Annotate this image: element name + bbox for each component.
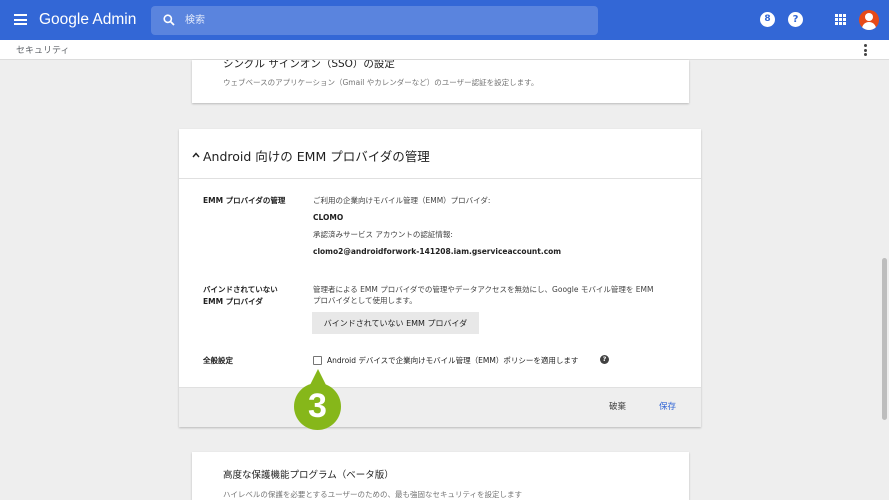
- search-icon: [163, 14, 175, 26]
- help-circle-icon[interactable]: ?: [600, 355, 609, 364]
- top-app-bar: Google Admin 8 ?: [0, 0, 889, 40]
- unbind-label-line2: EMM プロバイダ: [203, 297, 263, 306]
- notification-icon[interactable]: 8: [760, 12, 775, 27]
- chevron-up-icon[interactable]: [192, 151, 200, 159]
- service-account-caption: 承認済みサービス アカウントの認証情報:: [313, 230, 453, 239]
- save-button[interactable]: 保存: [659, 400, 676, 412]
- breadcrumb-bar: セキュリティ: [0, 40, 889, 60]
- advanced-protection-description: ハイレベルの保護を必要とするユーザーのための、最も強固なセキュリティを設定します: [223, 490, 523, 499]
- emm-provider-card: Android 向けの EMM プロバイダの管理 EMM プロバイダの管理 ご利…: [179, 129, 701, 427]
- apps-icon[interactable]: [835, 14, 846, 25]
- app-logo[interactable]: Google Admin: [39, 11, 136, 29]
- emm-provider-caption: ご利用の企業向けモバイル管理（EMM）プロバイダ:: [313, 196, 491, 205]
- breadcrumb[interactable]: セキュリティ: [16, 43, 69, 56]
- sso-card-description: ウェブベースのアプリケーション（Gmail やカレンダーなど）のユーザー認証を設…: [223, 78, 539, 87]
- page-scrollbar[interactable]: [882, 258, 887, 420]
- general-settings-label: 全般設定: [203, 356, 233, 365]
- service-account-email: clomo2@androidforwork-141208.iam.gservic…: [313, 247, 562, 256]
- emm-card-title: Android 向けの EMM プロバイダの管理: [203, 149, 430, 164]
- advanced-protection-card[interactable]: 高度な保護機能プログラム（ベータ版） ハイレベルの保護を必要とするユーザーのため…: [192, 452, 689, 500]
- unbind-label-line1: バインドされていない: [203, 285, 278, 294]
- menu-icon[interactable]: [14, 14, 27, 25]
- discard-button[interactable]: 破棄: [609, 400, 626, 412]
- emm-provider-label: EMM プロバイダの管理: [203, 196, 286, 205]
- account-avatar[interactable]: [859, 10, 879, 30]
- emm-provider-name: CLOMO: [313, 213, 344, 222]
- search-bar[interactable]: [151, 6, 598, 35]
- unbind-emm-provider-button[interactable]: バインドされていない EMM プロバイダ: [312, 312, 479, 334]
- emm-card-footer: 破棄 保存: [179, 387, 701, 427]
- unbind-description-line2: プロバイダとして使用します。: [313, 296, 417, 305]
- emm-card-header[interactable]: Android 向けの EMM プロバイダの管理: [179, 129, 701, 179]
- emm-policy-checkbox-label[interactable]: Android デバイスで企業向けモバイル管理（EMM）ポリシーを適用します: [327, 355, 578, 366]
- help-icon[interactable]: ?: [788, 12, 803, 27]
- advanced-protection-title: 高度な保護機能プログラム（ベータ版）: [223, 470, 394, 481]
- search-input[interactable]: [185, 6, 585, 35]
- sso-settings-card[interactable]: シングル サインオン（SSO）の設定 ウェブベースのアプリケーション（Gmail…: [192, 60, 689, 103]
- step-marker-badge: 3: [294, 383, 341, 430]
- more-vert-icon[interactable]: [864, 44, 867, 56]
- sso-card-title: シングル サインオン（SSO）の設定: [223, 60, 395, 70]
- emm-policy-checkbox[interactable]: [313, 356, 322, 365]
